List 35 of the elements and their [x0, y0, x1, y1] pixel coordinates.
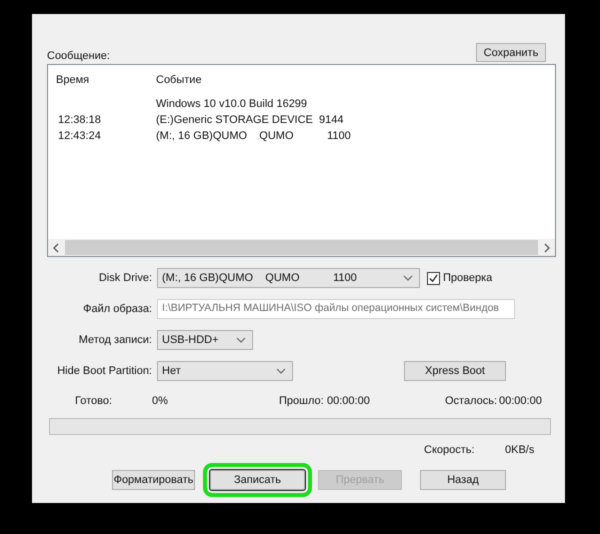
- elapsed-label: Прошло:: [279, 395, 325, 409]
- speed-label: Скорость:: [424, 444, 476, 456]
- log-time: 12:38:18: [57, 114, 102, 126]
- log-event: (E:)Generic STORAGE DEVICE 9144: [156, 114, 344, 126]
- chevron-down-icon: [236, 337, 246, 343]
- log-time: 12:43:24: [57, 130, 102, 142]
- remaining-label: Осталось:: [445, 395, 498, 409]
- write-method-label: Метод записи:: [78, 334, 153, 346]
- scrollbar-thumb[interactable]: [65, 240, 538, 255]
- disk-drive-dropdown[interactable]: (M:, 16 GB)QUMO QUMO 1100: [157, 268, 420, 288]
- hide-boot-dropdown[interactable]: Нет: [157, 361, 293, 381]
- action-button[interactable]: Назад: [420, 470, 506, 490]
- xpress-boot-button[interactable]: Xpress Boot: [404, 361, 506, 381]
- elapsed-value: 00:00:00: [327, 395, 371, 409]
- write-method-dropdown[interactable]: USB-HDD+: [157, 330, 253, 350]
- action-button[interactable]: Форматировать: [112, 470, 195, 490]
- chevron-down-icon: [403, 275, 413, 281]
- save-button[interactable]: Сохранить: [476, 43, 546, 62]
- chevron-down-icon: [276, 368, 286, 374]
- log-event: Windows 10 v10.0 Build 16299: [156, 98, 308, 110]
- column-header[interactable]: Время: [48, 74, 156, 86]
- horizontal-scrollbar[interactable]: [48, 239, 555, 256]
- speed-value: 0KB/s: [505, 444, 534, 456]
- done-value: 0%: [152, 395, 169, 409]
- image-file-field[interactable]: I:\ВИРТУАЛЬНЯ МАШИНА\ISO файлы операционных систем\Виндов: [157, 299, 515, 319]
- verify-label[interactable]: Проверка: [443, 272, 492, 284]
- log-event: (M:, 16 GB)QUMO QUMO 1100: [156, 130, 351, 142]
- remaining-value: 00:00:00: [499, 395, 542, 409]
- verify-checkbox[interactable]: [427, 272, 440, 284]
- done-label: Готово:: [75, 395, 114, 409]
- hide-boot-label: Hide Boot Partition:: [56, 365, 153, 377]
- column-header[interactable]: Событие: [156, 74, 202, 86]
- image-file-label: Файл образа:: [82, 303, 153, 315]
- log-label: Сообщение:: [47, 50, 110, 62]
- disk-drive-label: Disk Drive:: [98, 272, 153, 284]
